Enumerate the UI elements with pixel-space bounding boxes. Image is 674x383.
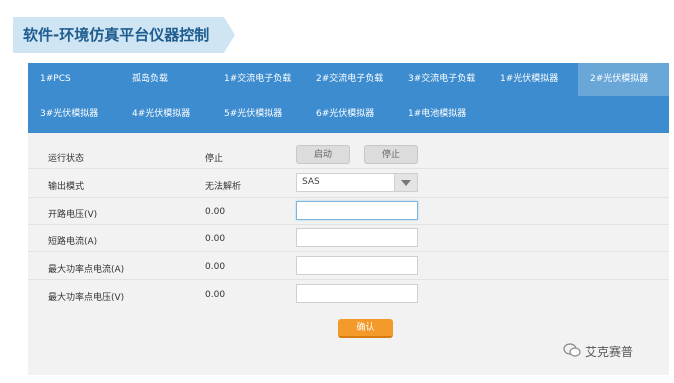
confirm-button[interactable]: 确认 xyxy=(338,319,393,338)
mpp-current-value: 0.00 xyxy=(205,262,226,272)
open-voltage-input[interactable] xyxy=(296,201,418,220)
wechat-icon xyxy=(563,343,581,357)
mpp-current-input[interactable] xyxy=(296,256,418,275)
tab-ac-load-1[interactable]: 1#交流电子负载 xyxy=(212,63,304,96)
watermark-text: 艾克赛普 xyxy=(585,345,634,359)
open-voltage-value: 0.00 xyxy=(205,207,226,217)
row-divider xyxy=(28,251,669,252)
tab-ac-load-3[interactable]: 3#交流电子负载 xyxy=(396,63,488,96)
tab-pv-sim-2[interactable]: 2#光伏模拟器 xyxy=(578,63,669,96)
output-mode-selected: SAS xyxy=(302,177,320,187)
tab-pv-sim-4[interactable]: 4#光伏模拟器 xyxy=(120,98,212,131)
output-mode-label: 输出模式 xyxy=(48,182,85,192)
row-divider xyxy=(28,224,669,225)
short-current-value: 0.00 xyxy=(205,234,226,244)
mpp-voltage-value: 0.00 xyxy=(205,290,226,300)
banner-title: 软件-环境仿真平台仪器控制 xyxy=(23,26,210,44)
instrument-tab-bar: 1#PCS 孤岛负载 1#交流电子负载 2#交流电子负载 3#交流电子负载 1#… xyxy=(28,63,669,133)
mpp-voltage-label: 最大功率点电压(V) xyxy=(48,293,125,303)
open-voltage-label: 开路电压(V) xyxy=(48,210,98,220)
output-mode-select[interactable]: SAS xyxy=(296,173,418,192)
chevron-down-icon[interactable] xyxy=(394,174,417,191)
row-divider xyxy=(28,279,669,280)
short-current-label: 短路电流(A) xyxy=(48,237,98,247)
output-mode-value: 无法解析 xyxy=(205,182,242,192)
mpp-voltage-input[interactable] xyxy=(296,284,418,303)
tab-pv-sim-5[interactable]: 5#光伏模拟器 xyxy=(212,98,304,131)
tab-pv-sim-1[interactable]: 1#光伏模拟器 xyxy=(488,63,578,96)
run-state-value: 停止 xyxy=(205,154,224,164)
mpp-current-label: 最大功率点电流(A) xyxy=(48,265,125,275)
run-state-label: 运行状态 xyxy=(48,154,85,164)
stop-button[interactable]: 停止 xyxy=(364,145,418,164)
tab-pv-sim-3[interactable]: 3#光伏模拟器 xyxy=(28,98,120,131)
row-divider xyxy=(28,197,669,198)
tab-pv-sim-6[interactable]: 6#光伏模拟器 xyxy=(304,98,396,131)
tab-island-load[interactable]: 孤岛负载 xyxy=(120,63,212,96)
tab-battery-sim-1[interactable]: 1#电池模拟器 xyxy=(396,98,488,131)
short-current-input[interactable] xyxy=(296,228,418,247)
tab-ac-load-2[interactable]: 2#交流电子负载 xyxy=(304,63,396,96)
tab-1-pcs[interactable]: 1#PCS xyxy=(28,63,120,96)
start-button[interactable]: 启动 xyxy=(296,145,350,164)
row-divider xyxy=(28,168,669,169)
